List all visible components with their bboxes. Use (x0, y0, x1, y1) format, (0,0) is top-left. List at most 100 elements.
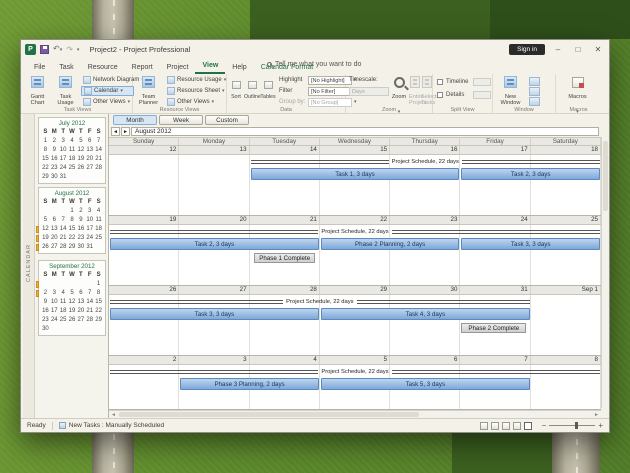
date-cell[interactable]: 19 (109, 216, 179, 224)
day-cell[interactable] (109, 155, 179, 215)
mini-date[interactable]: 5 (68, 289, 77, 298)
macros-button[interactable]: Macros▾ (564, 75, 591, 105)
mini-date[interactable]: 3 (50, 289, 59, 298)
mini-date[interactable]: 17 (59, 155, 68, 164)
mini-date[interactable]: 22 (41, 164, 50, 173)
mini-date[interactable]: 12 (41, 225, 50, 234)
mini-date[interactable]: 30 (50, 173, 59, 182)
summary-bar[interactable]: Project Schedule, 22 days (110, 368, 600, 376)
previous-month-button[interactable]: ◄ (111, 127, 120, 136)
horizontal-scroll-thumb[interactable] (119, 412, 419, 417)
summary-bar[interactable]: Project Schedule, 22 days (110, 298, 530, 306)
date-cell[interactable]: 5 (320, 356, 390, 364)
mini-date[interactable]: 1 (68, 207, 77, 216)
arrange-all-icon[interactable] (529, 87, 540, 96)
mini-date[interactable]: 30 (41, 325, 50, 334)
date-cell[interactable]: 4 (250, 356, 320, 364)
date-cell[interactable]: 12 (109, 146, 179, 154)
customize-qat-icon[interactable]: ▾ (77, 47, 80, 53)
mini-date[interactable]: 4 (59, 289, 68, 298)
mini-date[interactable]: 4 (94, 207, 103, 216)
sort-button[interactable]: Sort (228, 76, 244, 100)
mini-date[interactable]: 7 (94, 137, 103, 146)
mini-date[interactable]: 3 (59, 137, 68, 146)
mini-date[interactable]: 26 (68, 316, 77, 325)
mini-date[interactable]: 7 (59, 216, 68, 225)
date-cell[interactable]: 6 (390, 356, 460, 364)
mini-date[interactable]: 29 (41, 173, 50, 182)
date-cell[interactable]: 2 (109, 356, 179, 364)
mini-date[interactable]: 1 (94, 280, 103, 289)
date-cell[interactable]: 18 (531, 146, 601, 154)
new-window-button[interactable]: New Window (497, 75, 524, 105)
mini-date[interactable]: 31 (59, 173, 68, 182)
mini-date[interactable]: 12 (68, 298, 77, 307)
mini-date[interactable]: 11 (94, 216, 103, 225)
mini-date[interactable]: 25 (94, 234, 103, 243)
mini-date[interactable]: 2 (41, 289, 50, 298)
mini-date[interactable]: 5 (76, 137, 85, 146)
mini-date[interactable]: 20 (85, 155, 94, 164)
mini-date[interactable]: 19 (76, 155, 85, 164)
mini-date[interactable]: 6 (50, 216, 59, 225)
zoom-button[interactable]: Zoom▾ (390, 75, 408, 105)
date-cell[interactable]: 3 (179, 356, 249, 364)
mini-date[interactable]: 22 (94, 307, 103, 316)
mini-date[interactable]: 19 (68, 307, 77, 316)
mini-date[interactable]: 24 (85, 234, 94, 243)
day-cell[interactable] (531, 295, 601, 355)
mini-date[interactable]: 30 (76, 243, 85, 252)
date-cell[interactable]: 15 (320, 146, 390, 154)
mini-date[interactable]: 24 (59, 164, 68, 173)
mini-date[interactable]: 27 (76, 316, 85, 325)
mini-date[interactable]: 22 (68, 234, 77, 243)
cascade-windows-icon[interactable] (529, 77, 540, 86)
zoom-slider[interactable]: − + (542, 421, 603, 430)
mini-date[interactable]: 2 (50, 137, 59, 146)
mini-date[interactable]: 20 (50, 234, 59, 243)
date-cell[interactable]: 13 (179, 146, 249, 154)
mini-date[interactable]: 21 (85, 307, 94, 316)
task-bar[interactable]: Phase 2 Planning, 2 days (321, 238, 460, 250)
details-checkbox-row[interactable]: Details (437, 90, 491, 100)
tab-help[interactable]: Help (225, 62, 253, 74)
mini-date[interactable]: 14 (85, 298, 94, 307)
vertical-scrollbar[interactable] (601, 137, 609, 408)
gantt-chart-button[interactable]: Gantt Chart▾ (24, 75, 51, 105)
mini-date[interactable]: 4 (68, 137, 77, 146)
mini-date[interactable]: 26 (41, 243, 50, 252)
date-cell[interactable]: 20 (179, 216, 249, 224)
resource-sheet-view-icon[interactable] (513, 422, 521, 430)
mini-date[interactable]: 10 (85, 216, 94, 225)
mini-date[interactable]: 5 (41, 216, 50, 225)
tab-project[interactable]: Project (160, 62, 196, 74)
mini-date[interactable]: 28 (59, 243, 68, 252)
zoom-slider-track[interactable] (549, 425, 595, 426)
network-diagram-button[interactable]: Network Diagram▾ (81, 75, 134, 85)
close-button[interactable]: ✕ (591, 45, 605, 54)
resource-sheet-button[interactable]: Resource Sheet▾ (165, 86, 223, 96)
task-bar[interactable]: Task 3, 3 days (110, 308, 319, 320)
maximize-button[interactable]: □ (571, 45, 585, 54)
date-cell[interactable]: 8 (531, 356, 601, 364)
mini-date[interactable]: 28 (85, 316, 94, 325)
date-cell[interactable]: 21 (250, 216, 320, 224)
view-mode-week-button[interactable]: Week (159, 115, 203, 125)
mini-date[interactable]: 27 (85, 164, 94, 173)
mini-date[interactable]: 19 (41, 234, 50, 243)
mini-date[interactable]: 13 (76, 298, 85, 307)
hide-window-icon[interactable] (529, 97, 540, 106)
milestone-bar[interactable]: Phase 2 Complete (461, 323, 526, 333)
task-usage-view-icon[interactable] (491, 422, 499, 430)
mini-date[interactable]: 13 (50, 225, 59, 234)
mini-date[interactable]: 18 (94, 225, 103, 234)
zoom-in-icon[interactable]: + (598, 421, 603, 430)
highlight-control[interactable]: Highlight [No Highlight]▾ (279, 75, 357, 85)
horizontal-scrollbar[interactable]: ◄ ► (109, 410, 601, 418)
mini-date[interactable]: 26 (76, 164, 85, 173)
mini-date[interactable]: 16 (50, 155, 59, 164)
mini-date[interactable]: 8 (94, 289, 103, 298)
tell-me-search[interactable]: Tell me what you want to do (267, 61, 361, 71)
mini-date[interactable]: 27 (50, 243, 59, 252)
date-cell[interactable]: 29 (320, 286, 390, 294)
